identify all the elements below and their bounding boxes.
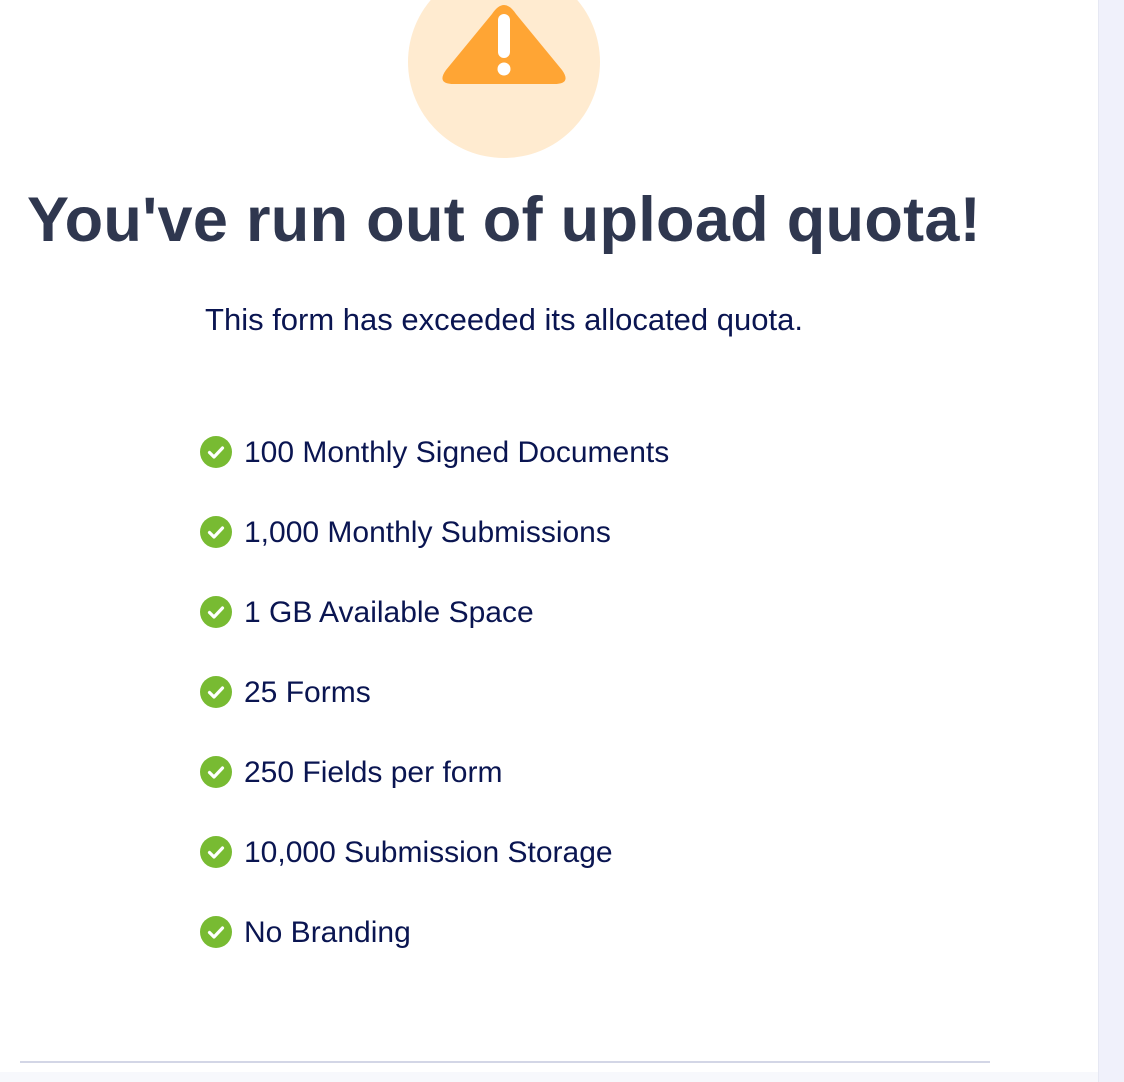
- feature-label: No Branding: [244, 916, 411, 949]
- page-subtitle: This form has exceeded its allocated quo…: [205, 302, 803, 337]
- feature-label: 250 Fields per form: [244, 756, 503, 789]
- check-circle-icon: [200, 836, 232, 868]
- page-edge-gutter: [1098, 0, 1124, 1082]
- feature-label: 1,000 Monthly Submissions: [244, 516, 611, 549]
- feature-label: 10,000 Submission Storage: [244, 836, 613, 869]
- check-circle-icon: [200, 916, 232, 948]
- check-circle-icon: [200, 596, 232, 628]
- feature-label: 25 Forms: [244, 676, 371, 709]
- feature-label: 100 Monthly Signed Documents: [244, 436, 670, 469]
- check-circle-icon: [200, 756, 232, 788]
- quota-page: You've run out of upload quota! This for…: [0, 0, 1124, 1082]
- warning-triangle-icon: [442, 5, 566, 84]
- section-divider: [20, 1061, 990, 1063]
- check-circle-icon: [200, 516, 232, 548]
- check-circle-icon: [200, 436, 232, 468]
- quota-card: You've run out of upload quota! This for…: [0, 0, 1098, 1082]
- page-title: You've run out of upload quota!: [27, 185, 981, 255]
- check-circle-icon: [200, 676, 232, 708]
- feature-label: 1 GB Available Space: [244, 596, 534, 629]
- footer-area: [0, 1072, 1098, 1082]
- warning-badge: [408, 0, 600, 158]
